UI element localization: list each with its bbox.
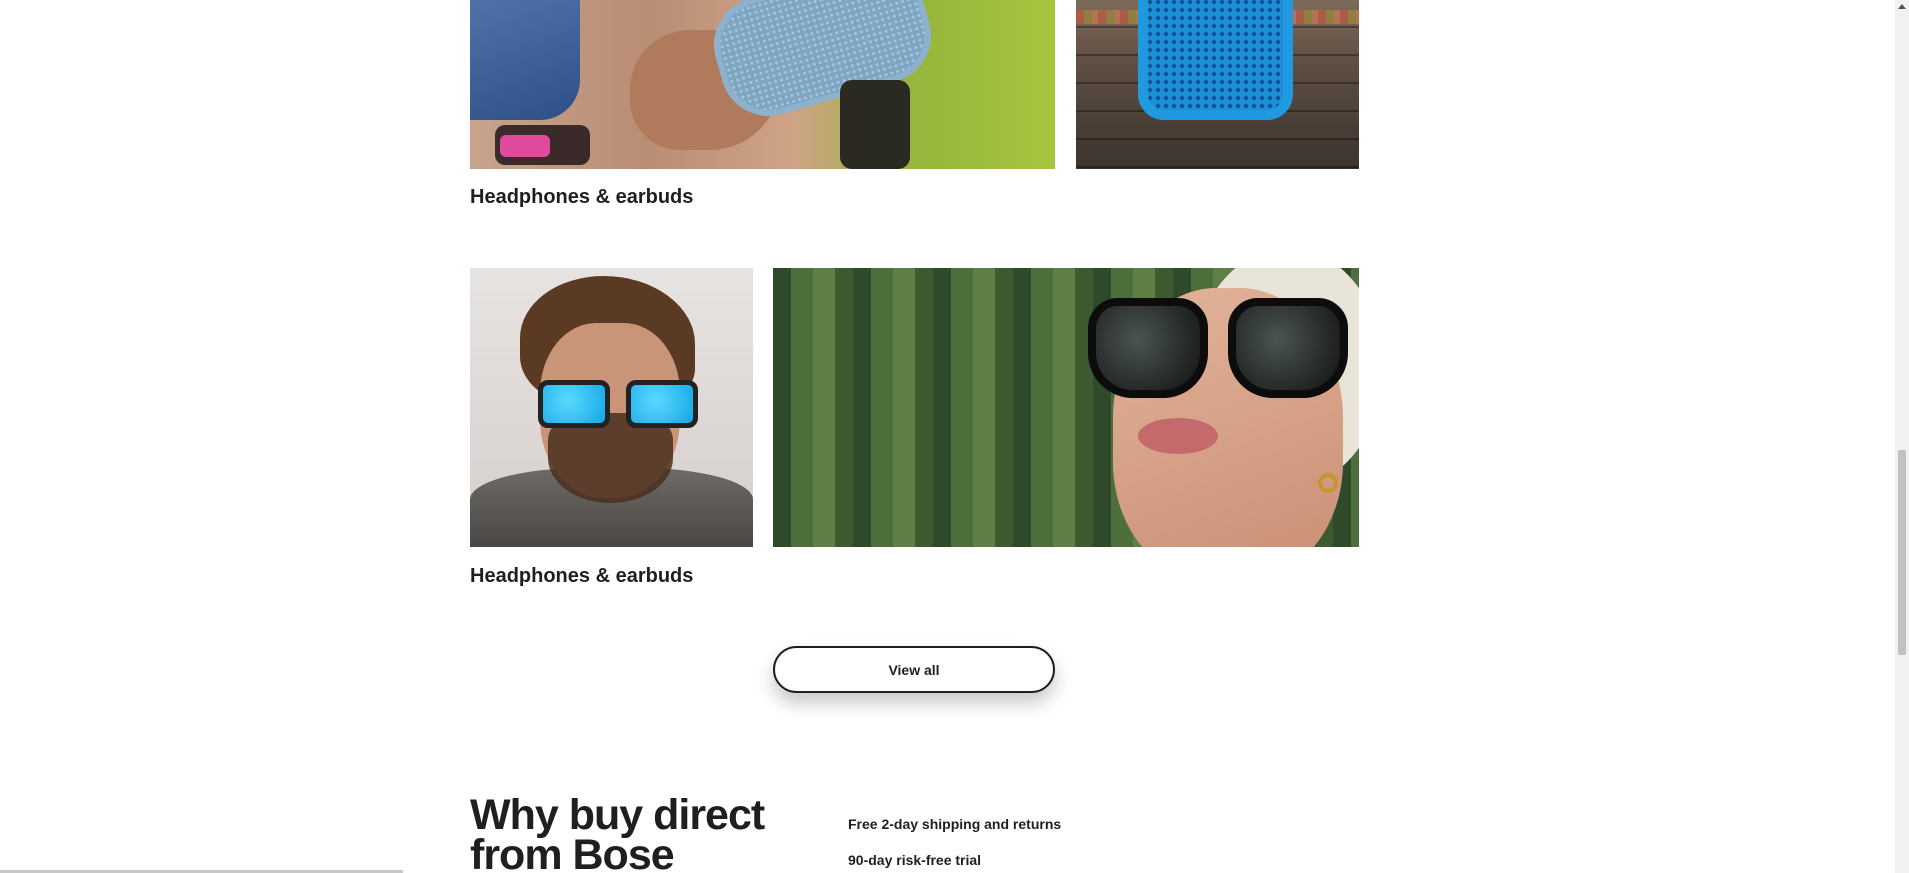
pink-strap-shape xyxy=(500,135,550,157)
blue-speaker-shape xyxy=(1138,0,1293,120)
speaker-hand-image[interactable] xyxy=(470,0,1055,169)
denim-shorts-shape xyxy=(470,0,580,120)
scroll-up-arrow-icon[interactable] xyxy=(1898,4,1906,9)
category-caption[interactable]: Headphones & earbuds xyxy=(470,186,693,209)
right-lens xyxy=(1228,298,1348,398)
right-lens xyxy=(626,380,698,428)
why-buy-direct-heading: Why buy direct from Bose xyxy=(470,791,765,873)
vertical-scrollbar[interactable] xyxy=(1895,0,1909,873)
left-lens xyxy=(1088,298,1208,398)
man-sunglasses-image[interactable] xyxy=(470,268,753,547)
sunglasses-shape xyxy=(538,380,708,430)
benefit-item: Free 2-day shipping and returns xyxy=(848,816,1062,832)
sunglasses-shape xyxy=(1088,298,1358,408)
earring-shape xyxy=(1318,473,1338,493)
lips-shape xyxy=(1138,418,1218,454)
speaker-wood-image[interactable] xyxy=(1076,0,1359,169)
category-caption[interactable]: Headphones & earbuds xyxy=(470,565,693,588)
woman-sunglasses-image[interactable] xyxy=(773,268,1359,547)
left-lens xyxy=(538,380,610,428)
view-all-button[interactable]: View all xyxy=(773,646,1055,693)
benefit-item: 90-day risk-free trial xyxy=(848,852,982,868)
shadow-shape xyxy=(840,80,910,169)
scrollbar-thumb[interactable] xyxy=(1898,450,1906,655)
